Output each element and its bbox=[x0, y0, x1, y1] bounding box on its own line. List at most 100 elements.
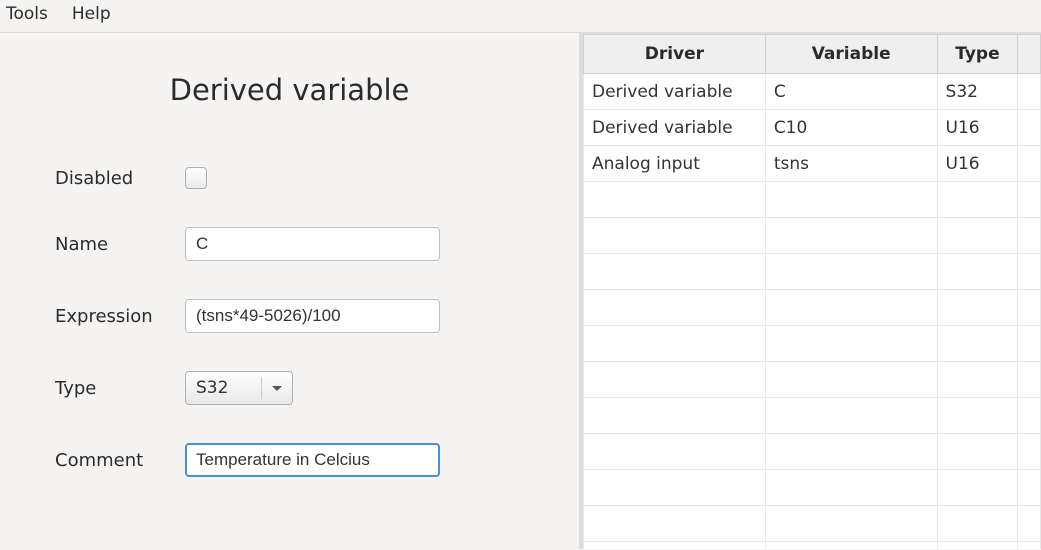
cell-empty bbox=[1018, 506, 1041, 542]
table-row-empty bbox=[584, 218, 1041, 254]
table-row-empty bbox=[584, 362, 1041, 398]
cell-empty bbox=[765, 326, 937, 362]
cell-empty bbox=[937, 470, 1018, 506]
row-disabled: Disabled bbox=[55, 167, 579, 189]
chevron-down-icon bbox=[272, 386, 282, 391]
cell-driver: Derived variable bbox=[584, 74, 766, 110]
content: Derived variable Disabled Name Expressio… bbox=[0, 33, 1041, 549]
label-disabled: Disabled bbox=[55, 168, 185, 189]
table-row-empty bbox=[584, 398, 1041, 434]
table-header-row: Driver Variable Type bbox=[584, 35, 1041, 74]
cell-type: U16 bbox=[937, 110, 1018, 146]
cell-empty bbox=[765, 506, 937, 542]
row-type: Type S32 bbox=[55, 371, 579, 405]
page-title: Derived variable bbox=[0, 73, 579, 107]
row-comment: Comment bbox=[55, 443, 579, 477]
cell-empty bbox=[1018, 542, 1041, 550]
cell-empty bbox=[765, 254, 937, 290]
cell-empty bbox=[937, 398, 1018, 434]
cell-empty bbox=[937, 362, 1018, 398]
input-comment[interactable] bbox=[185, 443, 440, 477]
menu-help[interactable]: Help bbox=[72, 4, 111, 24]
cell-empty bbox=[1018, 326, 1041, 362]
cell-empty bbox=[1018, 254, 1041, 290]
select-divider bbox=[261, 377, 262, 399]
cell-empty bbox=[1018, 362, 1041, 398]
cell-driver: Derived variable bbox=[584, 110, 766, 146]
row-expression: Expression bbox=[55, 299, 579, 333]
cell-spacer bbox=[1018, 146, 1041, 182]
header-spacer bbox=[1018, 35, 1041, 74]
checkbox-disabled[interactable] bbox=[185, 167, 207, 189]
row-name: Name bbox=[55, 227, 579, 261]
table-row-empty bbox=[584, 470, 1041, 506]
cell-empty bbox=[937, 434, 1018, 470]
cell-empty bbox=[937, 326, 1018, 362]
cell-empty bbox=[584, 182, 766, 218]
cell-empty bbox=[1018, 218, 1041, 254]
table-body: Derived variableCS32Derived variableC10U… bbox=[584, 74, 1041, 550]
table-row-empty bbox=[584, 182, 1041, 218]
label-comment: Comment bbox=[55, 450, 185, 471]
cell-empty bbox=[765, 434, 937, 470]
table-row-empty bbox=[584, 254, 1041, 290]
cell-type: U16 bbox=[937, 146, 1018, 182]
cell-spacer bbox=[1018, 74, 1041, 110]
cell-empty bbox=[937, 290, 1018, 326]
cell-empty bbox=[1018, 434, 1041, 470]
table-row[interactable]: Analog inputtsnsU16 bbox=[584, 146, 1041, 182]
cell-empty bbox=[1018, 290, 1041, 326]
form: Disabled Name Expression Type S32 bbox=[0, 167, 579, 477]
cell-empty bbox=[765, 362, 937, 398]
table-row[interactable]: Derived variableCS32 bbox=[584, 74, 1041, 110]
label-type: Type bbox=[55, 378, 185, 399]
cell-empty bbox=[584, 254, 766, 290]
table-row-empty bbox=[584, 326, 1041, 362]
cell-empty bbox=[584, 218, 766, 254]
cell-empty bbox=[937, 254, 1018, 290]
cell-empty bbox=[584, 542, 766, 550]
cell-empty bbox=[584, 290, 766, 326]
right-pane: Driver Variable Type Derived variableCS3… bbox=[583, 33, 1041, 549]
cell-empty bbox=[584, 434, 766, 470]
cell-empty bbox=[584, 362, 766, 398]
cell-empty bbox=[584, 506, 766, 542]
cell-empty bbox=[1018, 398, 1041, 434]
cell-empty bbox=[584, 470, 766, 506]
cell-empty bbox=[937, 506, 1018, 542]
cell-driver: Analog input bbox=[584, 146, 766, 182]
table-row[interactable]: Derived variableC10U16 bbox=[584, 110, 1041, 146]
cell-empty bbox=[765, 470, 937, 506]
table-row-empty bbox=[584, 542, 1041, 550]
table-row-empty bbox=[584, 434, 1041, 470]
menu-tools[interactable]: Tools bbox=[6, 4, 48, 24]
header-type[interactable]: Type bbox=[937, 35, 1018, 74]
table-row-empty bbox=[584, 506, 1041, 542]
cell-empty bbox=[765, 398, 937, 434]
cell-empty bbox=[1018, 182, 1041, 218]
cell-variable: C bbox=[765, 74, 937, 110]
cell-variable: tsns bbox=[765, 146, 937, 182]
header-driver[interactable]: Driver bbox=[584, 35, 766, 74]
cell-empty bbox=[584, 326, 766, 362]
cell-empty bbox=[937, 218, 1018, 254]
cell-empty bbox=[765, 218, 937, 254]
cell-empty bbox=[765, 290, 937, 326]
select-type-value: S32 bbox=[196, 378, 251, 398]
table-row-empty bbox=[584, 290, 1041, 326]
header-variable[interactable]: Variable bbox=[765, 35, 937, 74]
cell-type: S32 bbox=[937, 74, 1018, 110]
input-name[interactable] bbox=[185, 227, 440, 261]
label-expression: Expression bbox=[55, 306, 185, 327]
cell-empty bbox=[584, 398, 766, 434]
cell-spacer bbox=[1018, 110, 1041, 146]
left-pane: Derived variable Disabled Name Expressio… bbox=[0, 33, 583, 549]
label-name: Name bbox=[55, 234, 185, 255]
cell-empty bbox=[937, 542, 1018, 550]
cell-empty bbox=[937, 182, 1018, 218]
select-type[interactable]: S32 bbox=[185, 371, 293, 405]
variable-table: Driver Variable Type Derived variableCS3… bbox=[583, 34, 1041, 549]
cell-empty bbox=[765, 542, 937, 550]
input-expression[interactable] bbox=[185, 299, 440, 333]
menubar: Tools Help bbox=[0, 0, 1041, 33]
